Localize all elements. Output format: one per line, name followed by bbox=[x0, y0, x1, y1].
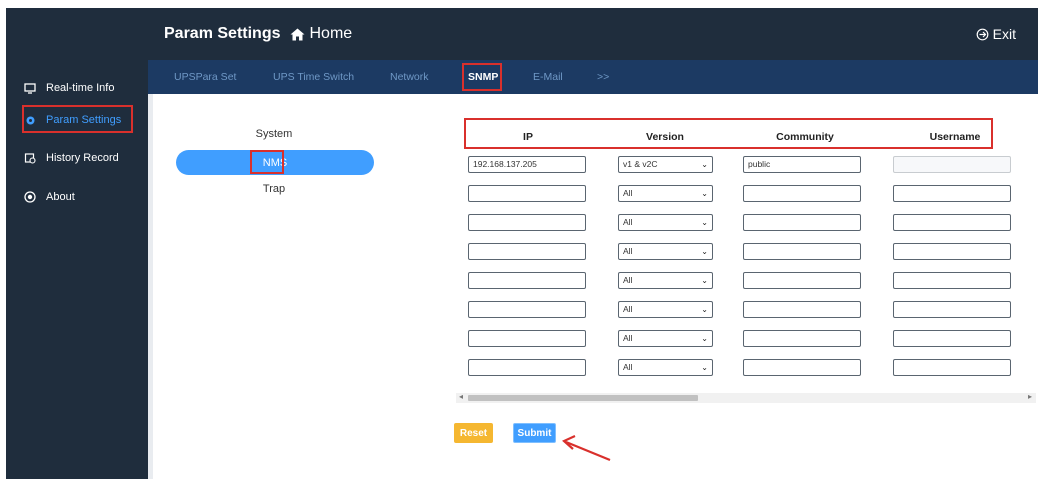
tab-upspara-set[interactable]: UPSPara Set bbox=[174, 71, 236, 83]
page-title: Param Settings Home bbox=[164, 25, 353, 43]
sidebar-item-label: History Record bbox=[46, 152, 119, 164]
sidebar-item-label: About bbox=[46, 191, 75, 203]
username-input[interactable] bbox=[893, 359, 1011, 376]
scroll-left-arrow-icon[interactable]: ◂ bbox=[459, 392, 463, 401]
submenu-item-nms[interactable]: NMS bbox=[176, 150, 374, 175]
sidebar-item-label: Real-time Info bbox=[46, 82, 115, 94]
community-input[interactable] bbox=[743, 301, 861, 318]
chevron-down-icon: ⌄ bbox=[701, 334, 708, 343]
community-input[interactable]: public bbox=[743, 156, 861, 173]
ip-input[interactable] bbox=[468, 330, 586, 347]
home-link[interactable]: Home bbox=[290, 25, 352, 43]
scrollbar-thumb[interactable] bbox=[468, 395, 698, 401]
ip-input[interactable] bbox=[468, 214, 586, 231]
username-input[interactable] bbox=[893, 272, 1011, 289]
submit-button[interactable]: Submit bbox=[513, 423, 556, 443]
username-input[interactable] bbox=[893, 156, 1011, 173]
header: Param Settings Home Exit bbox=[148, 8, 1038, 60]
tab-bar: UPSPara Set UPS Time Switch Network SNMP… bbox=[148, 60, 1038, 94]
sidebar: Real-time Info Param Settings History Re… bbox=[6, 8, 148, 479]
sidebar-item-about[interactable]: About bbox=[6, 183, 148, 211]
ip-input-value: 192.168.137.205 bbox=[473, 159, 537, 169]
chevron-down-icon: ⌄ bbox=[701, 218, 708, 227]
ip-input[interactable]: 192.168.137.205 bbox=[468, 156, 586, 173]
username-input[interactable] bbox=[893, 185, 1011, 202]
community-input[interactable] bbox=[743, 359, 861, 376]
community-input-value: public bbox=[748, 159, 771, 169]
history-icon bbox=[24, 152, 36, 164]
monitor-icon bbox=[24, 82, 36, 94]
tab-ups-time-switch[interactable]: UPS Time Switch bbox=[273, 71, 354, 83]
sidebar-item-realtime-info[interactable]: Real-time Info bbox=[6, 74, 148, 102]
scroll-right-arrow-icon[interactable]: ▸ bbox=[1028, 392, 1032, 401]
sidebar-item-param-settings[interactable]: Param Settings bbox=[6, 106, 148, 134]
version-select[interactable]: All ⌄ bbox=[618, 301, 713, 318]
ip-input[interactable] bbox=[468, 243, 586, 260]
version-select[interactable]: v1 & v2C ⌄ bbox=[618, 156, 713, 173]
version-select-value: All bbox=[623, 275, 633, 285]
submenu-item-system[interactable]: System bbox=[174, 128, 374, 140]
submenu-item-trap[interactable]: Trap bbox=[174, 183, 374, 195]
column-header-username: Username bbox=[929, 131, 981, 143]
chevron-down-icon: ⌄ bbox=[701, 305, 708, 314]
tab-network[interactable]: Network bbox=[390, 71, 429, 83]
arrow-annotation-icon bbox=[562, 434, 611, 462]
chevron-down-icon: ⌄ bbox=[701, 160, 708, 169]
version-select[interactable]: All ⌄ bbox=[618, 330, 713, 347]
tab-snmp[interactable]: SNMP bbox=[468, 71, 498, 83]
chevron-down-icon: ⌄ bbox=[701, 189, 708, 198]
version-select[interactable]: All ⌄ bbox=[618, 214, 713, 231]
chevron-down-icon: ⌄ bbox=[701, 276, 708, 285]
column-header-ip: IP bbox=[523, 131, 533, 143]
community-input[interactable] bbox=[743, 272, 861, 289]
username-input[interactable] bbox=[893, 214, 1011, 231]
version-select-value: All bbox=[623, 304, 633, 314]
version-select-value: All bbox=[623, 333, 633, 343]
tab-more[interactable]: >> bbox=[597, 71, 609, 83]
chevron-down-icon: ⌄ bbox=[701, 247, 708, 256]
submenu-item-label: NMS bbox=[262, 156, 288, 169]
version-select-value: All bbox=[623, 217, 633, 227]
version-select-value: All bbox=[623, 188, 633, 198]
community-input[interactable] bbox=[743, 185, 861, 202]
version-select-value: All bbox=[623, 246, 633, 256]
username-input[interactable] bbox=[893, 330, 1011, 347]
username-input[interactable] bbox=[893, 301, 1011, 318]
sidebar-item-label: Param Settings bbox=[46, 114, 122, 126]
sidebar-item-history-record[interactable]: History Record bbox=[6, 144, 148, 172]
version-select-value: v1 & v2C bbox=[623, 159, 658, 169]
ip-input[interactable] bbox=[468, 272, 586, 289]
ip-input[interactable] bbox=[468, 185, 586, 202]
info-circle-icon bbox=[24, 191, 36, 203]
chevron-down-icon: ⌄ bbox=[701, 363, 708, 372]
community-input[interactable] bbox=[743, 214, 861, 231]
username-input[interactable] bbox=[893, 243, 1011, 260]
gear-icon bbox=[24, 114, 36, 126]
column-header-community: Community bbox=[776, 131, 834, 143]
exit-button[interactable]: Exit bbox=[976, 26, 1016, 42]
version-select[interactable]: All ⌄ bbox=[618, 272, 713, 289]
community-input[interactable] bbox=[743, 330, 861, 347]
tab-email[interactable]: E-Mail bbox=[533, 71, 563, 83]
version-select[interactable]: All ⌄ bbox=[618, 243, 713, 260]
version-select[interactable]: All ⌄ bbox=[618, 185, 713, 202]
ip-input[interactable] bbox=[468, 301, 586, 318]
home-icon bbox=[290, 28, 305, 40]
version-select[interactable]: All ⌄ bbox=[618, 359, 713, 376]
ip-input[interactable] bbox=[468, 359, 586, 376]
reset-button[interactable]: Reset bbox=[454, 423, 493, 443]
community-input[interactable] bbox=[743, 243, 861, 260]
version-select-value: All bbox=[623, 362, 633, 372]
column-header-version: Version bbox=[646, 131, 684, 143]
exit-icon bbox=[976, 28, 989, 40]
